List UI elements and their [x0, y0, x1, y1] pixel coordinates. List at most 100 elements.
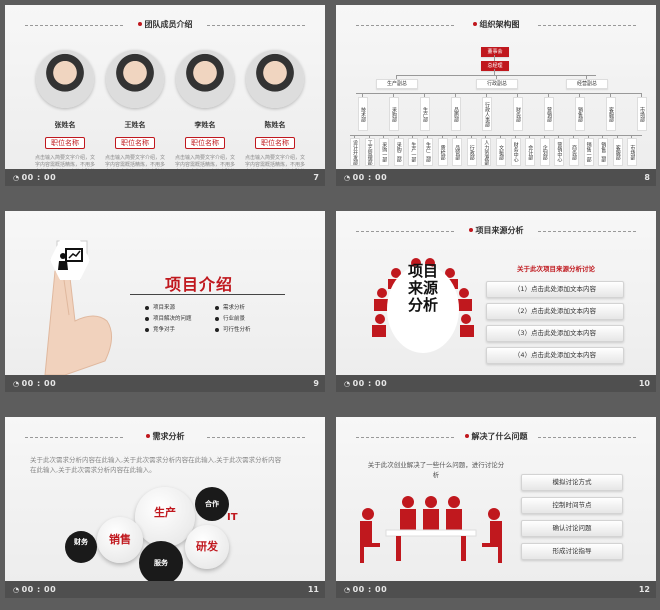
member-role-badge: 职位名称 [45, 137, 85, 149]
org-unit[interactable]: 会计部 [525, 138, 536, 166]
member-role-badge: 职位名称 [185, 137, 225, 149]
bubble-cooperation: 合作 [195, 487, 229, 521]
problem-button[interactable]: 形成讨论指导 [521, 543, 623, 560]
member-name: 王姓名 [124, 121, 146, 129]
problem-text: 关于此次创业解决了一些什么问题，进行讨论分析 [367, 461, 505, 479]
clock-icon: ◔ [344, 586, 351, 594]
member-name: 张姓名 [54, 121, 76, 129]
org-dept[interactable]: 销售部 [575, 97, 585, 131]
org-chart: 董事会 总经理 生产副总 行政副总 经营副总技术部 采购部 生产部 品质部 行政人事部 财务部… [336, 5, 656, 169]
avatar [36, 50, 94, 108]
slide-project-intro[interactable]: 项目介绍 项目来源 需求分析 项目解决的问题 行业前景 竞争对手 可行性分析 ◔… [5, 211, 325, 392]
org-dept[interactable]: 行政人事部 [482, 97, 492, 131]
footer-time: ◔ 00 : 00 [13, 379, 57, 388]
title-dot-icon [464, 434, 469, 438]
bubble-service: 服务 [139, 541, 183, 585]
org-unit[interactable]: 文秘部 [496, 138, 506, 166]
team-meeting-icon [360, 496, 502, 563]
slide-title: 解决了什么问题 [356, 431, 636, 443]
title-dot-icon [137, 22, 142, 26]
org-dept[interactable]: 生产部 [420, 97, 430, 131]
org-dept[interactable]: 品质部 [451, 97, 461, 131]
page-number: 8 [644, 173, 650, 182]
avatar [176, 50, 234, 108]
org-unit[interactable]: 市场部 [627, 138, 638, 166]
org-unit[interactable]: 销售一部 [583, 138, 594, 166]
slide-footer: ◔ 00 : 00 12 [336, 581, 656, 598]
org-unit[interactable]: 财务中心 [510, 138, 521, 166]
org-deputy[interactable]: 生产副总 [376, 79, 418, 89]
bubble-sales: 销售 [97, 517, 143, 563]
org-unit[interactable]: 行政部 [466, 138, 477, 166]
footer-time: ◔ 00 : 00 [13, 585, 57, 594]
org-dept[interactable]: 客服部 [606, 97, 616, 131]
title-dot-icon [145, 434, 150, 438]
org-dept[interactable]: 技术部 [358, 97, 368, 131]
source-option[interactable]: （1）点击此处添加文本内容 [486, 281, 624, 298]
problem-button[interactable]: 模拟讨论方式 [521, 474, 623, 491]
clock-icon: ◔ [344, 380, 351, 388]
org-dept[interactable]: 财务部 [513, 97, 523, 131]
org-unit[interactable]: 工艺管理部 [364, 138, 375, 166]
clock-icon: ◔ [13, 174, 20, 182]
org-dept[interactable]: 市场部 [637, 97, 647, 131]
org-deputy[interactable]: 行政副总 [476, 79, 518, 89]
org-dept[interactable]: 采购部 [389, 97, 399, 131]
org-unit[interactable]: 生产一部 [408, 138, 419, 166]
org-board[interactable]: 董事会 [481, 47, 509, 57]
problem-button[interactable]: 控制时间节点 [521, 497, 623, 514]
footer-time: ◔ 00 : 00 [344, 379, 388, 388]
slide-heading: 项目介绍 [165, 275, 234, 294]
org-unit[interactable]: 销售二部 [598, 138, 609, 166]
clock-icon: ◔ [13, 380, 20, 388]
source-option[interactable]: （4）点击此处添加文本内容 [486, 347, 624, 364]
avatar [246, 50, 304, 108]
member-name: 李姓名 [194, 121, 216, 129]
intro-item: 行业前景 [215, 314, 245, 322]
org-unit[interactable]: 营销中心 [554, 138, 565, 166]
slide-team-members[interactable]: 团队成员介绍 张姓名 职位名称 点击输入简要文字介绍，文字内容需概括精炼，不用多… [5, 5, 325, 186]
org-unit[interactable]: 企划部 [539, 138, 550, 166]
center-vertical-text: 项目来源分析 [407, 262, 438, 314]
page-number: 10 [638, 379, 650, 388]
clock-icon: ◔ [13, 586, 20, 594]
bubble-rd: 研发 [185, 525, 229, 569]
hand-pointing-image [44, 240, 112, 375]
member-role-badge: 职位名称 [115, 137, 155, 149]
demand-text: 关于此次需求分析内容在此输入,关于此次需求分析内容在此输入,关于此次需求分析内容… [30, 456, 282, 474]
slide-demand-analysis[interactable]: 需求分析 关于此次需求分析内容在此输入,关于此次需求分析内容在此输入,关于此次需… [5, 417, 325, 598]
org-unit[interactable]: 人力资源部 [481, 138, 492, 166]
intro-item: 项目来源 [145, 303, 175, 311]
org-general-manager[interactable]: 总经理 [481, 61, 509, 71]
page-number: 12 [638, 585, 650, 594]
source-option[interactable]: （3）点击此处添加文本内容 [486, 325, 624, 342]
clock-icon: ◔ [344, 174, 351, 182]
org-unit[interactable]: 生产二部 [423, 138, 433, 166]
slide-org-chart[interactable]: 组织架构图 董事会 总经理 生产副总 行政副总 经营副总 技术部 采购部 生产部 品质部 行政… [336, 5, 656, 186]
page-number: 11 [307, 585, 319, 594]
source-option[interactable]: （2）点击此处添加文本内容 [486, 303, 624, 320]
org-unit[interactable]: 设计开发部 [350, 138, 360, 166]
org-unit[interactable]: 采购一部 [379, 138, 390, 166]
slide-problems-solved[interactable]: 解决了什么问题 关于此次创业解决了一些什么问题，进行讨论分析 模拟讨论方式 控制… [336, 417, 656, 598]
slide-footer: ◔ 00 : 00 9 [5, 375, 325, 392]
org-unit[interactable]: 商务部 [569, 138, 579, 166]
org-dept[interactable]: 营销部 [544, 97, 554, 131]
org-deputy[interactable]: 经营副总 [566, 79, 608, 89]
slide-title: 需求分析 [25, 431, 305, 443]
slide-source-analysis[interactable]: 项目来源分析 项目来源分析 关于此次项目来源分析讨论 （1）点击此处添加文本内容… [336, 211, 656, 392]
member-card: 李姓名 职位名称 点击输入简要文字介绍，文字内容需概括精炼，不用多余的文字修饰，… [175, 50, 235, 183]
page-number: 9 [313, 379, 319, 388]
org-unit[interactable]: 采购二部 [393, 138, 404, 166]
org-unit[interactable]: 客服部 [612, 138, 623, 166]
intro-item: 可行性分析 [215, 325, 251, 333]
slide-footer: ◔ 00 : 00 11 [5, 581, 325, 598]
org-unit[interactable]: 质检部 [437, 138, 448, 166]
org-unit[interactable]: 品管部 [452, 138, 463, 166]
intro-item: 项目解决的问题 [145, 314, 192, 322]
slide-footer: ◔ 00 : 00 8 [336, 169, 656, 186]
problem-button[interactable]: 确认讨论问题 [521, 520, 623, 537]
member-card: 张姓名 职位名称 点击输入简要文字介绍，文字内容需概括精炼，不用多余的文字修饰，… [35, 50, 95, 183]
intro-item: 竞争对手 [145, 325, 175, 333]
subtitle: 关于此次项目来源分析讨论 [517, 265, 595, 273]
